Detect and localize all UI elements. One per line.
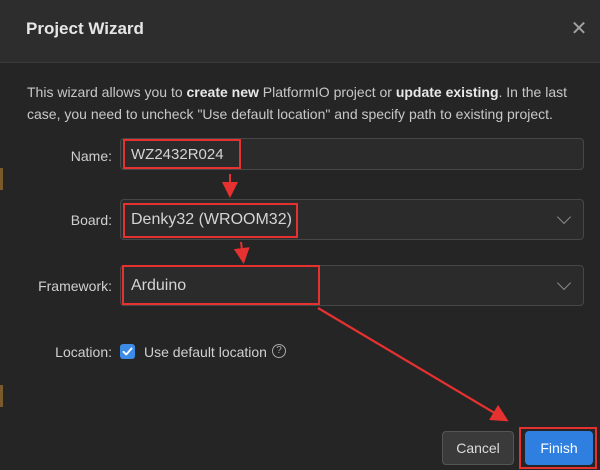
board-label: Board: [70, 212, 112, 228]
framework-select[interactable]: Arduino [120, 265, 584, 306]
chevron-down-icon [556, 275, 572, 291]
use-default-location-label[interactable]: Use default location [144, 344, 267, 360]
description-bold-update: update existing [395, 84, 499, 100]
board-select[interactable]: Denky32 (WROOM32) [120, 199, 584, 240]
description-bold-create: create new [186, 84, 259, 100]
background-window-strip [0, 385, 3, 407]
dialog-title: Project Wizard [26, 19, 144, 38]
help-icon[interactable]: ? [272, 344, 286, 358]
finish-button[interactable]: Finish [525, 431, 593, 465]
description-text-1: This wizard allows you to [27, 84, 187, 100]
name-label: Name: [70, 148, 112, 164]
arrow-framework-to-finish [317, 307, 509, 422]
close-icon[interactable]: ✕ [569, 18, 589, 40]
arrow-board-to-framework [233, 241, 250, 264]
description-text-2: PlatformIO project or [258, 84, 396, 100]
framework-label: Framework: [38, 278, 112, 294]
wizard-description: This wizard allows you to create new Pla… [27, 81, 582, 125]
use-default-location-checkbox[interactable] [120, 344, 135, 359]
background-window-strip [0, 168, 3, 190]
project-wizard-dialog: Project Wizard ✕ This wizard allows you … [0, 0, 600, 470]
name-input[interactable]: WZ2432R024 [120, 138, 584, 170]
chevron-down-icon [556, 209, 572, 225]
name-value: WZ2432R024 [131, 146, 224, 163]
cancel-button[interactable]: Cancel [442, 431, 514, 465]
board-value: Denky32 (WROOM32) [131, 211, 292, 228]
checkmark-icon [122, 347, 133, 356]
dialog-header: Project Wizard ✕ [0, 0, 600, 63]
framework-value: Arduino [131, 277, 187, 294]
location-label: Location: [55, 344, 112, 360]
